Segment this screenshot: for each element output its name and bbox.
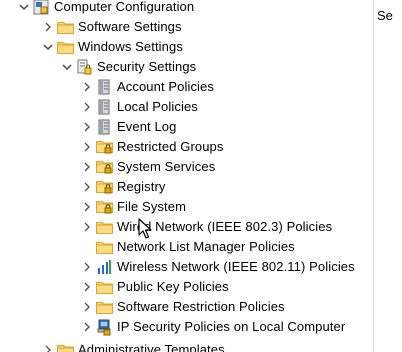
policy-book-icon: [95, 97, 113, 117]
chevron-right-icon[interactable]: [79, 97, 95, 117]
tree-item-account-policies[interactable]: Account Policies: [79, 77, 214, 97]
tree-item-local-policies[interactable]: Local Policies: [79, 97, 198, 117]
tree-item-label: Software Settings: [78, 19, 182, 34]
tree-item-label: Account Policies: [117, 79, 214, 94]
folder-icon: [56, 17, 74, 37]
chevron-right-icon[interactable]: [79, 137, 95, 157]
computer-config-icon: [32, 0, 50, 17]
folder-icon: [95, 237, 113, 257]
tree-item-ip-security-policies-on-local-computer[interactable]: IP Security Policies on Local Computer: [79, 317, 345, 337]
policy-book-icon: [95, 117, 113, 137]
ip-security-icon: [95, 317, 113, 337]
tree-item-label: File System: [117, 199, 187, 214]
locked-folder-icon: [95, 177, 113, 197]
tree-item-label: Network List Manager Policies: [117, 239, 295, 254]
chevron-right-icon[interactable]: [79, 177, 95, 197]
tree-item-windows-settings[interactable]: Windows Settings: [40, 37, 183, 57]
tree-item-system-services[interactable]: System Services: [79, 157, 215, 177]
tree-item-software-restriction-policies[interactable]: Software Restriction Policies: [79, 297, 285, 317]
tree-item-wireless-network-ieee-802-11-policies[interactable]: Wireless Network (IEEE 802.11) Policies: [79, 257, 355, 277]
tree-item-label: Local Policies: [117, 99, 198, 114]
tree-item-event-log[interactable]: Event Log: [79, 117, 176, 137]
tree-item-label: System Services: [117, 159, 216, 174]
chevron-right-icon[interactable]: [79, 217, 95, 237]
tree-item-registry[interactable]: Registry: [79, 177, 165, 197]
chevron-right-icon[interactable]: [79, 117, 95, 137]
tree-item-administrative-templates[interactable]: Administrative Templates: [40, 340, 225, 352]
chevron-down-icon[interactable]: [59, 57, 75, 77]
tree-item-restricted-groups[interactable]: Restricted Groups: [79, 137, 223, 157]
tree-item-label: IP Security Policies on Local Computer: [117, 319, 346, 334]
locked-folder-icon: [95, 197, 113, 217]
tree-item-label: Wireless Network (IEEE 802.11) Policies: [117, 259, 355, 274]
tree-item-label: Administrative Templates: [78, 342, 225, 352]
folder-icon: [95, 297, 113, 317]
tree-item-security-settings[interactable]: Security Settings: [59, 57, 196, 77]
chevron-right-icon[interactable]: [79, 157, 95, 177]
security-settings-icon: [75, 57, 93, 77]
chevron-down-icon[interactable]: [40, 37, 56, 57]
mouse-cursor-icon: [138, 218, 152, 239]
chevron-right-icon[interactable]: [79, 317, 95, 337]
tree-item-wired-network-ieee-802-3-policies[interactable]: Wired Network (IEEE 802.3) Policies: [79, 217, 332, 237]
tree-item-label: Public Key Policies: [117, 279, 229, 294]
details-column-header[interactable]: Se: [377, 8, 393, 23]
tree-item-label: Security Settings: [97, 59, 197, 74]
folder-icon: [56, 37, 74, 57]
chevron-right-icon[interactable]: [79, 257, 95, 277]
tree-item-label: Registry: [117, 179, 166, 194]
chevron-right-icon[interactable]: [79, 297, 95, 317]
chevron-right-icon[interactable]: [40, 17, 56, 37]
folder-icon: [56, 340, 74, 352]
chevron-right-icon[interactable]: [79, 197, 95, 217]
chevron-down-icon[interactable]: [16, 0, 32, 17]
folder-icon: [95, 217, 113, 237]
wireless-network-icon: [95, 257, 113, 277]
details-pane: Se: [374, 0, 402, 352]
tree-item-computer-configuration[interactable]: Computer Configuration: [16, 0, 194, 17]
locked-folder-icon: [95, 137, 113, 157]
tree-item-network-list-manager-policies[interactable]: Network List Manager Policies: [79, 237, 295, 257]
tree-item-file-system[interactable]: File System: [79, 197, 186, 217]
tree-item-public-key-policies[interactable]: Public Key Policies: [79, 277, 229, 297]
tree-item-label: Windows Settings: [78, 39, 183, 54]
chevron-right-icon[interactable]: [79, 77, 95, 97]
tree-item-software-settings[interactable]: Software Settings: [40, 17, 182, 37]
folder-icon: [95, 277, 113, 297]
locked-folder-icon: [95, 157, 113, 177]
console-tree: Computer Configuration Software Settings…: [0, 0, 373, 352]
tree-item-label: Computer Configuration: [54, 0, 195, 14]
chevron-right-icon[interactable]: [79, 277, 95, 297]
tree-item-label: Software Restriction Policies: [117, 299, 285, 314]
policy-book-icon: [95, 77, 113, 97]
chevron-right-icon[interactable]: [40, 340, 56, 352]
tree-item-label: Event Log: [117, 119, 177, 134]
tree-item-label: Restricted Groups: [117, 139, 224, 154]
